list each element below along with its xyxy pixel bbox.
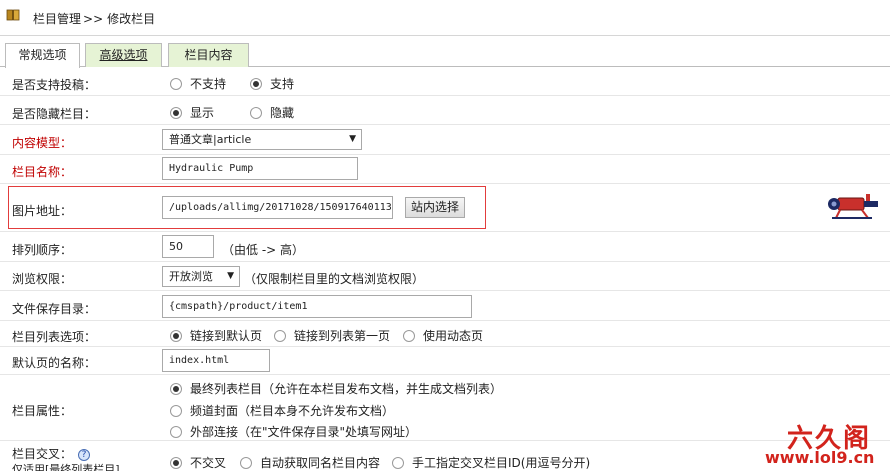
option-label: 隐藏 bbox=[270, 106, 295, 120]
breadcrumb-bar: 栏目管理 >> 修改栏目 bbox=[0, 0, 890, 36]
row-sortrank: 排列顺序： 50 （由低 -> 高） bbox=[0, 232, 890, 262]
dropdown-arrow-icon: ▼ bbox=[227, 271, 234, 281]
savedir-input[interactable]: {cmspath}/product/item1 bbox=[162, 295, 472, 318]
breadcrumb: 栏目管理 >> 修改栏目 bbox=[33, 10, 155, 27]
tab-bar: 常规选项 高级选项 栏目内容 bbox=[0, 41, 890, 68]
contribute-option-no[interactable]: 不支持 bbox=[170, 75, 226, 92]
row-contribute: 是否支持投稿： 不支持 支持 bbox=[0, 68, 890, 96]
listopt-option-dynamic[interactable]: 使用动态页 bbox=[403, 327, 483, 344]
listopt-option-first[interactable]: 链接到列表第一页 bbox=[274, 327, 390, 344]
watermark-url: www.lol9.cn bbox=[765, 448, 875, 467]
attr-option-channel[interactable]: 频道封面（栏目本身不允许发布文档） bbox=[170, 402, 394, 419]
row-typename: 栏目名称： Hydraulic Pump bbox=[0, 155, 890, 184]
option-label: 最终列表栏目（允许在本栏目发布文档，并生成文档列表） bbox=[190, 382, 503, 396]
row-model: 内容模型： 普通文章|article ▼ bbox=[0, 125, 890, 155]
radio-button-selected[interactable] bbox=[250, 78, 262, 90]
breadcrumb-separator: >> bbox=[83, 12, 104, 26]
cross-option-manual[interactable]: 手工指定交叉栏目ID(用逗号分开) bbox=[392, 454, 590, 471]
defaultpage-input[interactable]: index.html bbox=[162, 349, 270, 372]
site-watermark: 六久阁 www.lol9.cn bbox=[765, 418, 885, 468]
hydraulic-pump-thumbnail bbox=[826, 192, 886, 222]
hidden-option-hide[interactable]: 隐藏 bbox=[250, 104, 294, 121]
radio-button[interactable] bbox=[240, 457, 252, 469]
book-icon bbox=[6, 8, 20, 22]
attr-option-list[interactable]: 最终列表栏目（允许在本栏目发布文档，并生成文档列表） bbox=[170, 380, 502, 397]
radio-button[interactable] bbox=[170, 405, 182, 417]
breadcrumb-section[interactable]: 栏目管理 bbox=[33, 12, 81, 26]
cross-sublabel: 仅适用[最终列表栏目] bbox=[12, 463, 120, 471]
option-label: 外部连接（在"文件保存目录"处填写网址） bbox=[190, 425, 418, 439]
option-label: 链接到默认页 bbox=[190, 329, 263, 343]
hidden-option-show[interactable]: 显示 bbox=[170, 104, 214, 121]
model-select[interactable]: 普通文章|article ▼ bbox=[162, 129, 362, 150]
help-icon[interactable]: ? bbox=[78, 449, 91, 461]
attr-option-link[interactable]: 外部连接（在"文件保存目录"处填写网址） bbox=[170, 423, 417, 440]
cross-label: 栏目交叉： bbox=[12, 447, 73, 461]
radio-button-selected[interactable] bbox=[170, 107, 182, 119]
listopt-option-default[interactable]: 链接到默认页 bbox=[170, 327, 262, 344]
sortrank-label: 排列顺序： bbox=[12, 243, 73, 257]
browse-hint: （仅限制栏目里的文档浏览权限） bbox=[244, 272, 425, 286]
row-attr: 栏目属性： 最终列表栏目（允许在本栏目发布文档，并生成文档列表） 频道封面（栏目… bbox=[0, 375, 890, 441]
radio-button[interactable] bbox=[170, 78, 182, 90]
option-label: 不支持 bbox=[190, 77, 227, 91]
listopt-label: 栏目列表选项： bbox=[12, 330, 97, 344]
option-label: 使用动态页 bbox=[423, 329, 484, 343]
tab-advanced[interactable]: 高级选项 bbox=[85, 43, 162, 67]
browse-select[interactable]: 开放浏览 ▼ bbox=[162, 266, 240, 287]
option-label: 不交叉 bbox=[190, 456, 227, 470]
contribute-option-yes[interactable]: 支持 bbox=[250, 75, 294, 92]
browse-label: 浏览权限： bbox=[12, 272, 73, 286]
row-cross: 栏目交叉：? 仅适用[最终列表栏目] 不交叉 自动获取同名栏目内容 手工指定交叉… bbox=[0, 441, 890, 471]
browse-select-value: 开放浏览 bbox=[169, 270, 213, 283]
cross-label-wrap: 栏目交叉：? bbox=[12, 445, 91, 462]
radio-button[interactable] bbox=[170, 426, 182, 438]
typename-input[interactable]: Hydraulic Pump bbox=[162, 157, 358, 180]
row-defaultpage: 默认页的名称： index.html bbox=[0, 347, 890, 375]
tab-general[interactable]: 常规选项 bbox=[5, 43, 80, 68]
cross-option-none[interactable]: 不交叉 bbox=[170, 454, 226, 471]
row-browse: 浏览权限： 开放浏览 ▼ （仅限制栏目里的文档浏览权限） bbox=[0, 262, 890, 291]
option-label: 链接到列表第一页 bbox=[294, 329, 391, 343]
radio-button[interactable] bbox=[392, 457, 404, 469]
row-listopt: 栏目列表选项： 链接到默认页 链接到列表第一页 使用动态页 bbox=[0, 321, 890, 347]
option-label: 手工指定交叉栏目ID(用逗号分开) bbox=[412, 456, 591, 470]
typename-label: 栏目名称： bbox=[12, 165, 73, 179]
attr-label: 栏目属性： bbox=[12, 404, 73, 418]
cross-option-auto[interactable]: 自动获取同名栏目内容 bbox=[240, 454, 380, 471]
contribute-label: 是否支持投稿： bbox=[12, 78, 97, 92]
option-label: 频道封面（栏目本身不允许发布文档） bbox=[190, 404, 395, 418]
dropdown-arrow-icon: ▼ bbox=[349, 134, 356, 144]
model-label: 内容模型： bbox=[12, 136, 73, 150]
sortrank-input[interactable]: 50 bbox=[162, 235, 214, 258]
radio-button[interactable] bbox=[403, 330, 415, 342]
radio-button-selected[interactable] bbox=[170, 383, 182, 395]
row-savedir: 文件保存目录： {cmspath}/product/item1 bbox=[0, 291, 890, 321]
tab-content[interactable]: 栏目内容 bbox=[168, 43, 249, 67]
defaultpage-label: 默认页的名称： bbox=[12, 356, 97, 370]
image-highlight-box bbox=[8, 186, 486, 229]
radio-button[interactable] bbox=[250, 107, 262, 119]
radio-button-selected[interactable] bbox=[170, 457, 182, 469]
model-select-value: 普通文章|article bbox=[169, 133, 252, 146]
radio-button[interactable] bbox=[274, 330, 286, 342]
sortrank-hint: （由低 -> 高） bbox=[222, 243, 305, 257]
radio-button-selected[interactable] bbox=[170, 330, 182, 342]
savedir-label: 文件保存目录： bbox=[12, 302, 97, 316]
option-label: 支持 bbox=[270, 77, 295, 91]
breadcrumb-page: 修改栏目 bbox=[107, 12, 156, 26]
hidden-label: 是否隐藏栏目： bbox=[12, 107, 97, 121]
row-hidden: 是否隐藏栏目： 显示 隐藏 bbox=[0, 96, 890, 125]
option-label: 自动获取同名栏目内容 bbox=[260, 456, 381, 470]
option-label: 显示 bbox=[190, 106, 215, 120]
